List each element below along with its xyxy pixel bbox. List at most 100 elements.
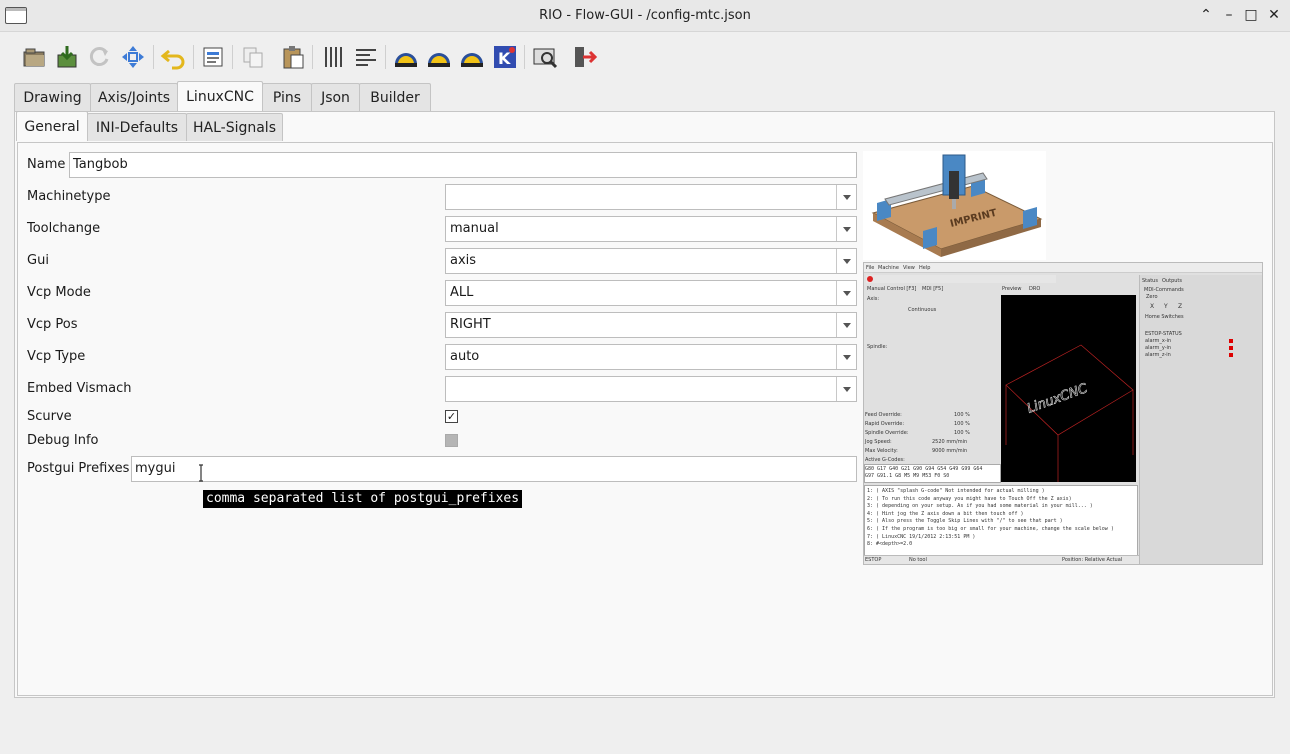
preview-code-line: 8: #<depth>=2.0 [867, 541, 913, 548]
vcp-mode-label: Vcp Mode [27, 285, 91, 300]
columns-icon[interactable] [319, 43, 347, 71]
tab-axis-joints[interactable]: Axis/Joints [90, 83, 178, 111]
preview-axis-x: X [1150, 303, 1155, 310]
chevron-down-icon[interactable] [836, 249, 856, 273]
vcp-pos-label: Vcp Pos [27, 317, 78, 332]
align-icon[interactable] [352, 43, 380, 71]
preview-rapid-label: Rapid Override: [865, 421, 905, 427]
vcp-mode-select[interactable]: ALL [445, 280, 857, 306]
preview-jog-value: 2520 mm/min [932, 439, 968, 445]
chevron-down-icon[interactable] [836, 185, 856, 209]
toolchange-label: Toolchange [27, 221, 101, 236]
preview-code-line: 4: ( Hint jog the Z axis down a bit then… [867, 510, 1024, 517]
open-folder-icon[interactable] [20, 43, 48, 71]
preview-gcodes-2: G97 G91.1 G8 M5 M9 M53 F0 S0 [865, 473, 950, 479]
preview-menu-machine: Machine [878, 265, 899, 271]
undo-icon[interactable] [160, 43, 188, 71]
vcp-type-value: auto [450, 349, 480, 364]
preview-axis-z: Z [1178, 303, 1183, 310]
preview-spindle-override-label: Spindle Override: [865, 430, 909, 436]
close-button[interactable]: ✕ [1265, 6, 1283, 24]
preview-code-line: 3: ( depending on your setup. As if you … [867, 503, 1093, 510]
preview-menu-view: View [903, 265, 915, 271]
vcp-type-label: Vcp Type [27, 349, 86, 364]
title-bar: RIO - Flow-GUI - /config-mtc.json ⌃ – □ … [0, 0, 1290, 32]
preview-alarm-x: alarm_x-in [1145, 338, 1172, 344]
preview-spindle-value: 100 % [954, 430, 970, 436]
vcp-type-select[interactable]: auto [445, 344, 857, 370]
preview-gcodes-label: Active G-Codes: [865, 457, 905, 463]
preview-mode: Continuous [908, 307, 937, 313]
tooltip: comma separated list of postgui_prefixes [203, 490, 523, 508]
gui-select[interactable]: axis [445, 248, 857, 274]
preview-code-line: 6: ( If the program is too big or small … [867, 526, 1114, 532]
tab-drawing[interactable]: Drawing [14, 83, 91, 111]
tab-pins[interactable]: Pins [262, 83, 312, 111]
chevron-down-icon[interactable] [836, 377, 856, 401]
chevron-down-icon[interactable] [836, 345, 856, 369]
export-icon[interactable] [199, 43, 227, 71]
exit-icon[interactable] [571, 43, 599, 71]
preview-rapid-value: 100 % [954, 421, 970, 427]
tab-builder[interactable]: Builder [359, 83, 431, 111]
preview-menu-file: File [866, 265, 875, 271]
preview-code-line: 5: ( Also press the Toggle Skip Lines wi… [867, 518, 1063, 525]
postgui-prefixes-input[interactable]: mygui [131, 456, 857, 482]
chevron-down-icon[interactable] [836, 281, 856, 305]
preview-tab-manual: Manual Control [F3] [867, 286, 917, 292]
kicad-icon[interactable]: K [491, 43, 519, 71]
preview-maxvel-label: Max Velocity: [865, 448, 898, 454]
debug-info-checkbox[interactable] [445, 434, 458, 447]
tab-hal-signals[interactable]: HAL-Signals [186, 113, 283, 141]
save-icon[interactable] [53, 43, 81, 71]
copy-icon[interactable] [239, 43, 267, 71]
preview-alarm-y: alarm_y-in [1145, 345, 1172, 351]
toolbar-separator [385, 45, 386, 69]
chevron-up-icon[interactable]: ⌃ [1197, 6, 1215, 24]
preview-status-estop: ESTOP [865, 557, 882, 563]
tab-json[interactable]: Json [311, 83, 360, 111]
vcp-pos-select[interactable]: RIGHT [445, 312, 857, 338]
preview-tab-outputs: Outputs [1162, 278, 1182, 284]
window-title: RIO - Flow-GUI - /config-mtc.json [539, 8, 751, 23]
preview-alarm-z: alarm_z-in [1145, 352, 1171, 358]
preview-feed-label: Feed Override: [865, 412, 902, 418]
tab-ini-defaults[interactable]: INI-Defaults [87, 113, 187, 141]
tab-linuxcnc[interactable]: LinuxCNC [177, 81, 263, 111]
linuxcnc-icon[interactable] [458, 43, 486, 71]
paste-icon[interactable] [279, 43, 307, 71]
preview-gcodes-1: G80 G17 G40 G21 G90 G94 G54 G49 G99 G64 [865, 466, 983, 472]
toolchange-select[interactable]: manual [445, 216, 857, 242]
linuxcnc-icon[interactable] [425, 43, 453, 71]
tab-general[interactable]: General [16, 111, 88, 141]
machinetype-select[interactable] [445, 184, 857, 210]
preview-icon[interactable] [531, 43, 559, 71]
machine-image: IMPRINT [863, 151, 1046, 260]
embed-vismach-select[interactable] [445, 376, 857, 402]
machinetype-label: Machinetype [27, 189, 111, 204]
preview-status-position: Position: Relative Actual [1062, 557, 1123, 563]
preview-tab-dro: DRO [1029, 286, 1041, 292]
maximize-button[interactable]: □ [1242, 6, 1260, 24]
preview-spindle-label: Spindle: [867, 344, 888, 350]
chevron-down-icon[interactable] [836, 313, 856, 337]
linuxcnc-screenshot-image: File Machine View Help Manual Control [F… [863, 262, 1263, 565]
toolbar-separator [312, 45, 313, 69]
preview-status-tool: No tool [909, 557, 927, 563]
toolbar-separator [153, 45, 154, 69]
svg-text:K: K [498, 49, 511, 68]
linuxcnc-icon[interactable] [392, 43, 420, 71]
preview-jog-label: Jog Speed: [865, 439, 892, 445]
preview-menu-help: Help [919, 265, 931, 271]
reload-icon[interactable] [86, 43, 114, 71]
chevron-down-icon[interactable] [836, 217, 856, 241]
embed-vismach-label: Embed Vismach [27, 381, 132, 396]
minimize-button[interactable]: – [1220, 6, 1238, 24]
preview-estop-status: ESTOP-STATUS [1145, 331, 1182, 337]
debug-info-label: Debug Info [27, 433, 99, 448]
preview-maxvel-value: 9000 mm/min [932, 448, 968, 454]
move-icon[interactable] [119, 43, 147, 71]
name-input[interactable]: Tangbob [69, 152, 857, 178]
preview-axis-label: Axis: [867, 296, 880, 302]
scurve-checkbox[interactable]: ✓ [445, 410, 458, 423]
